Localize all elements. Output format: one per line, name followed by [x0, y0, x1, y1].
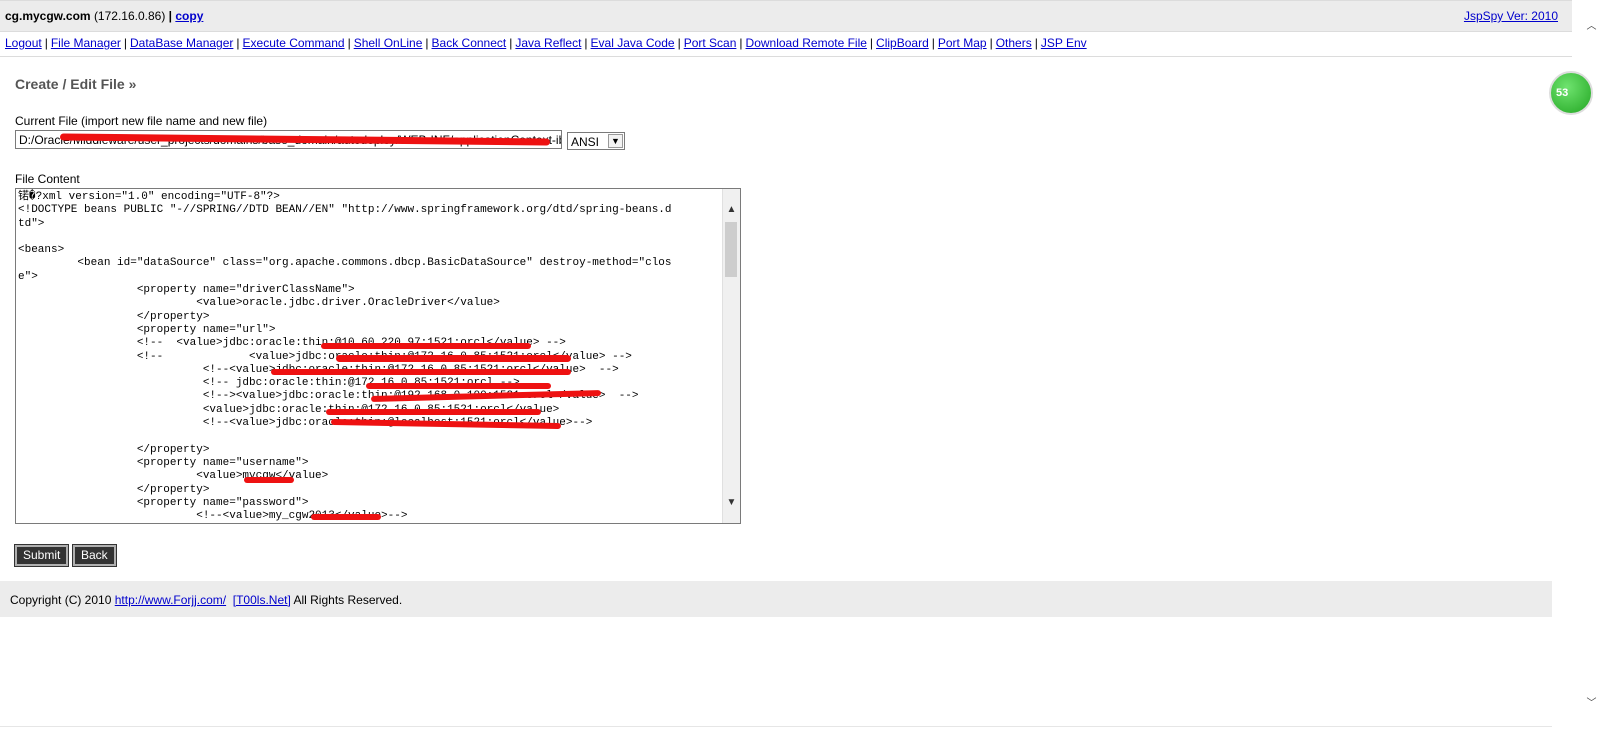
nav-separator: | — [989, 36, 993, 50]
editor-scrollbar[interactable]: ▲ ▼ — [722, 189, 740, 523]
nav-separator: | — [677, 36, 681, 50]
nav-separator: | — [739, 36, 743, 50]
nav-separator: | — [425, 36, 429, 50]
file-content-textarea[interactable]: 锘�?xml version="1.0" encoding="UTF-8"?> … — [15, 188, 741, 524]
nav-separator: | — [869, 36, 874, 50]
page-scrollbar[interactable]: ︿ ﹀ — [1583, 0, 1600, 744]
nav-link-port-map[interactable]: Port Map — [938, 36, 987, 50]
nav-link-back-connect[interactable]: Back Connect — [432, 36, 507, 50]
chevron-down-icon[interactable]: ▼ — [723, 494, 740, 511]
nav-link-eval-java-code[interactable]: Eval Java Code — [591, 36, 675, 50]
nav-separator: | — [123, 36, 127, 50]
nav-links: Logout | File Manager | DataBase Manager | Exe… — [5, 36, 1087, 50]
site-link[interactable]: http://www.Forjj.com/ — [115, 593, 226, 607]
redaction-mark — [244, 477, 294, 483]
header-bar: cg.mycgw.com (172.16.0.86) | copy JspSpy… — [0, 0, 1572, 32]
nav-separator: | — [509, 36, 513, 50]
redaction-mark — [311, 514, 381, 520]
nav-link-java-reflect[interactable]: Java Reflect — [515, 36, 581, 50]
host-info: cg.mycgw.com (172.16.0.86) | copy — [5, 9, 203, 23]
submit-button[interactable]: Submit — [13, 544, 70, 567]
file-content-label: File Content — [15, 172, 80, 186]
nav-link-others[interactable]: Others — [996, 36, 1032, 50]
rights-text: All Rights Reserved. — [293, 593, 403, 607]
page-title: Create / Edit File » — [15, 76, 137, 92]
floating-badge[interactable]: 53 — [1549, 71, 1593, 115]
copyright-text: Copyright (C) 2010 — [10, 593, 112, 607]
editor-scroll-thumb[interactable] — [725, 222, 737, 277]
header-separator: | — [168, 9, 173, 23]
nav-separator: | — [44, 36, 48, 50]
nav-separator: | — [236, 36, 240, 50]
redaction-mark — [326, 409, 541, 415]
badge-value: 53 — [1556, 87, 1569, 99]
nav-bar: Logout | File Manager | DataBase Manager | Exe… — [0, 31, 1572, 57]
chevron-up-icon[interactable]: ▲ — [723, 201, 740, 218]
back-button[interactable]: Back — [72, 544, 117, 567]
nav-link-jsp-env[interactable]: JSP Env — [1041, 36, 1087, 50]
current-file-label: Current File (import new file name and n… — [15, 114, 268, 128]
version-link[interactable]: JspSpy Ver: 2010 — [1464, 9, 1558, 23]
nav-link-download-remote-file[interactable]: Download Remote File — [746, 36, 867, 50]
divider — [0, 726, 1552, 727]
nav-link-port-scan[interactable]: Port Scan — [684, 36, 737, 50]
chevron-down-icon[interactable]: ﹀ — [1583, 695, 1600, 712]
footer-text: Copyright (C) 2010 http://www.Forjj.com/… — [10, 593, 402, 607]
chevron-up-icon[interactable]: ︿ — [1583, 18, 1600, 35]
nav-link-shell-online[interactable]: Shell OnLine — [354, 36, 423, 50]
nav-link-logout[interactable]: Logout — [5, 36, 42, 50]
redaction-mark — [321, 343, 531, 349]
nav-link-clipboard[interactable]: ClipBoard — [876, 36, 929, 50]
nav-separator: | — [1034, 36, 1038, 50]
page: cg.mycgw.com (172.16.0.86) | copy JspSpy… — [0, 0, 1600, 744]
redaction-mark — [271, 369, 571, 375]
host-ip: (172.16.0.86) — [93, 9, 166, 23]
nav-link-execute-command[interactable]: Execute Command — [243, 36, 345, 50]
redaction-mark — [336, 355, 571, 362]
footer: Copyright (C) 2010 http://www.Forjj.com/… — [0, 581, 1552, 617]
nav-separator: | — [931, 36, 935, 50]
hostname: cg.mycgw.com — [5, 9, 91, 23]
nav-separator: | — [584, 36, 588, 50]
nav-link-database-manager[interactable]: DataBase Manager — [130, 36, 233, 50]
charset-value: ANSI — [571, 135, 600, 149]
chevron-down-icon: ▼ — [608, 134, 623, 148]
charset-select[interactable]: ANSI ▼ — [567, 132, 625, 150]
copy-link[interactable]: copy — [175, 9, 203, 23]
redaction-mark — [366, 383, 551, 389]
nav-separator: | — [347, 36, 351, 50]
tools-link[interactable]: [T00ls.Net] — [233, 593, 291, 607]
nav-link-file-manager[interactable]: File Manager — [51, 36, 121, 50]
